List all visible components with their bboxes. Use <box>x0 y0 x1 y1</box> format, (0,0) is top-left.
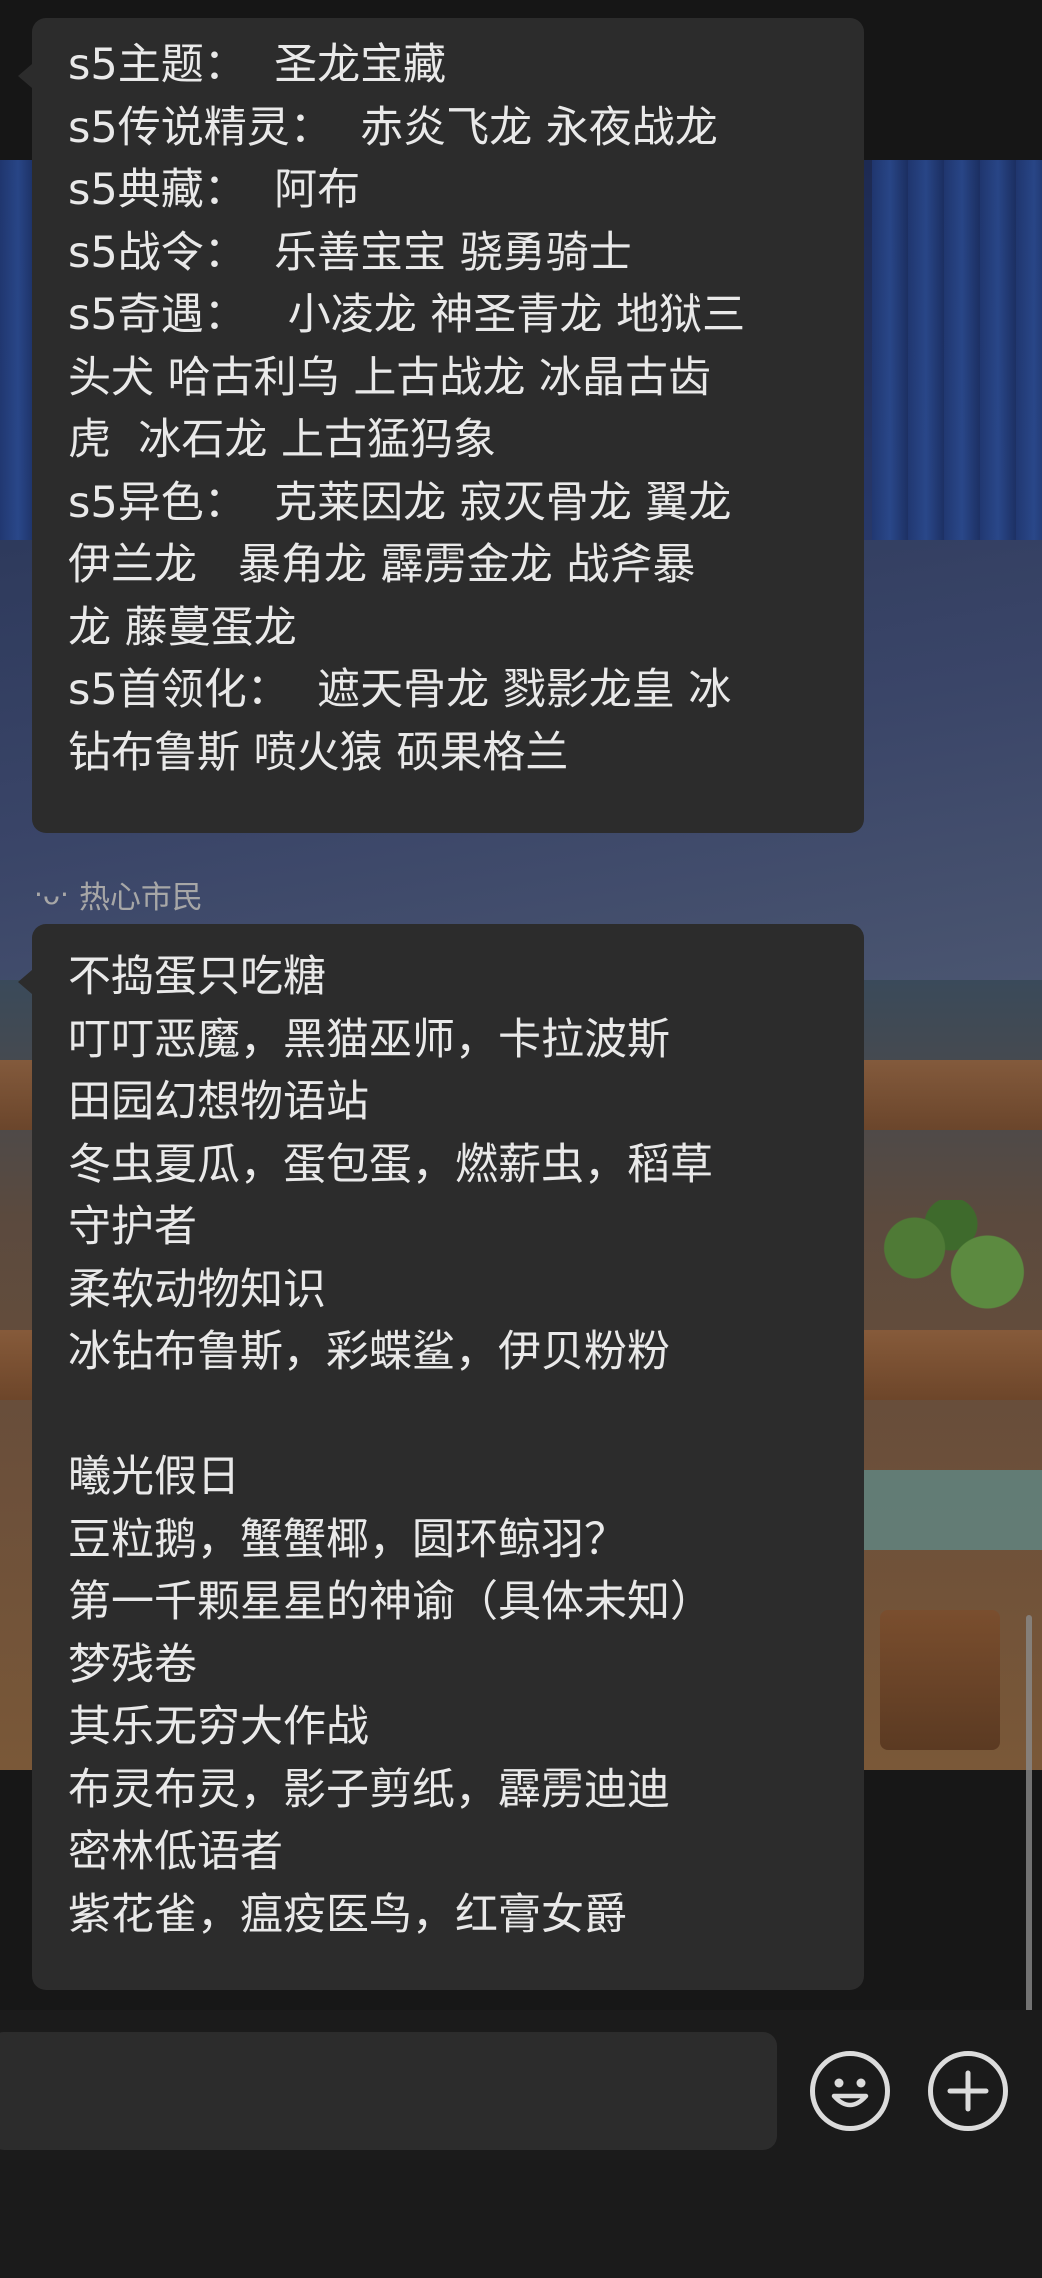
message-line: 头犬 哈古利乌 上古战龙 冰晶古齿 <box>68 352 712 403</box>
message-line: s5异色： 克莱因龙 寂灭骨龙 翼龙 <box>68 477 732 528</box>
message-line: 田园幻想物语站 <box>68 1077 369 1127</box>
sender-emoticon: ·ᴗ· <box>34 878 69 911</box>
message-line: 伊兰龙 暴角龙 霹雳金龙 战斧暴 <box>68 540 696 590</box>
message-line: 龙 藤蔓蛋龙 <box>68 602 297 653</box>
message-line: 冬虫夏瓜，蛋包蛋，燃薪虫，稻草 <box>68 1139 713 1190</box>
chat-screen: s5主题： 圣龙宝藏 s5传说精灵： 赤炎飞龙 永夜战龙 s5典藏： 阿布 s5… <box>0 0 1042 2278</box>
message-line: 曦光假日 <box>68 1452 240 1502</box>
message-line: s5战令： 乐善宝宝 骁勇骑士 <box>68 227 632 278</box>
message-line: 豆粒鹅，蟹蟹椰，圆环鲸羽？ <box>68 1514 627 1565</box>
message-line: 紫花雀，瘟疫医鸟，红膏女爵 <box>68 1889 627 1940</box>
add-button[interactable] <box>928 2051 1008 2131</box>
message-line: s5典藏： 阿布 <box>68 165 361 215</box>
message-line: 第一千颗星星的神谕（具体未知） <box>68 1577 713 1627</box>
scrollbar[interactable] <box>1026 1615 1032 2025</box>
wallpaper-water <box>860 1470 1042 1550</box>
message-sender[interactable]: ·ᴗ· 热心市民 <box>34 872 203 917</box>
message-bubble[interactable]: s5主题： 圣龙宝藏 s5传说精灵： 赤炎飞龙 永夜战龙 s5典藏： 阿布 s5… <box>18 18 864 833</box>
message-line: 钻布鲁斯 喷火猿 硕果格兰 <box>68 727 569 778</box>
smiley-icon <box>831 2078 869 2108</box>
message-line: 其乐无穷大作战 <box>68 1702 369 1752</box>
message-line: 布灵布灵，影子剪纸，霹雳迪迪 <box>68 1764 670 1815</box>
message-line: 不捣蛋只吃糖 <box>68 952 326 1002</box>
message-line: s5主题： 圣龙宝藏 <box>68 40 447 90</box>
message-line: 冰钻布鲁斯，彩蝶鲨，伊贝粉粉 <box>68 1327 670 1377</box>
message-line: s5奇遇： 小凌龙 神圣青龙 地狱三 <box>68 290 746 340</box>
message-line: 密林低语者 <box>68 1827 283 1877</box>
emoji-button[interactable] <box>810 2051 890 2131</box>
message-line: 虎 冰石龙 上古猛犸象 <box>68 415 497 465</box>
message-line: 梦残卷 <box>68 1639 197 1690</box>
message-line: s5首领化： 遮天骨龙 戮影龙皇 冰 <box>68 665 732 715</box>
message-input[interactable] <box>0 2032 777 2150</box>
message-bubble[interactable]: 不捣蛋只吃糖 叮叮恶魔，黑猫巫师，卡拉波斯 田园幻想物语站 冬虫夏瓜，蛋包蛋，燃… <box>18 924 864 1990</box>
plus-icon <box>947 2070 989 2112</box>
message-line: 守护者 <box>68 1202 197 1252</box>
wallpaper-leaves <box>860 1200 1042 1320</box>
message-line: s5传说精灵： 赤炎飞龙 永夜战龙 <box>68 102 718 153</box>
wallpaper-stool <box>880 1610 1000 1750</box>
message-line: 叮叮恶魔，黑猫巫师，卡拉波斯 <box>68 1014 670 1065</box>
sender-name: 热心市民 <box>78 880 203 916</box>
message-line: 柔软动物知识 <box>68 1264 326 1315</box>
